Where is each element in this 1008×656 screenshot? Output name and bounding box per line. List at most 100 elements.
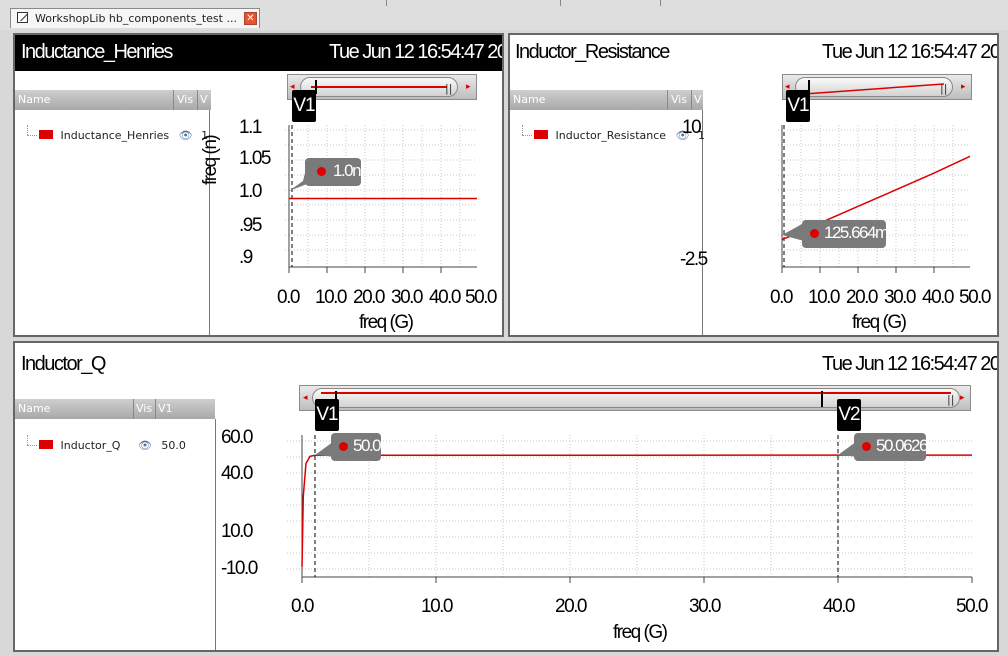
trace-name: Inductance_Henries (60, 129, 170, 142)
x-tick-label: 40.0 (922, 287, 954, 308)
grip-icon[interactable]: || (947, 393, 954, 406)
subwindow-title: Inductance_Henries (21, 41, 173, 63)
timestamp: Tue Jun 12 16:54:47 2012 (822, 41, 999, 63)
visibility-eye-icon[interactable]: 👁 (138, 439, 152, 452)
scroller-thumb[interactable]: || (795, 77, 953, 97)
x-tick-label: 30.0 (884, 287, 916, 308)
x-tick-label: 40.0 (823, 596, 855, 617)
y-tick-label: 40.0 (221, 463, 253, 484)
vertical-marker-v1[interactable]: V1 (786, 90, 810, 122)
overview-marker (821, 391, 823, 407)
tab-title: WorkshopLib hb_components_test ... (35, 12, 237, 25)
subwindow-resistance[interactable]: Inductor_Resistance Tue Jun 12 16:54:47 … (508, 33, 999, 337)
x-tick-label: 50.0 (959, 287, 991, 308)
tree-line (27, 135, 37, 136)
visibility-eye-icon[interactable]: 👁 (179, 129, 193, 142)
marker-value: 50.0626 (876, 436, 928, 455)
tree-line (27, 445, 37, 446)
y-tick-label: 1.1 (239, 117, 262, 138)
y-tick-label: 10.0 (221, 521, 253, 542)
plot-area[interactable] (778, 125, 973, 273)
timestamp: Tue Jun 12 16:54:47 2012 (329, 41, 502, 63)
overview-trace (804, 83, 944, 95)
y-tick-label: 1.0 (239, 181, 262, 202)
marker-dot-icon (810, 229, 819, 238)
legend-header: Name Vis V (15, 90, 211, 110)
x-axis-label: freq (G) (852, 312, 907, 333)
x-tick-label: 0.0 (770, 287, 793, 308)
x-tick-label: 0.0 (277, 287, 300, 308)
grip-icon[interactable]: || (940, 82, 947, 95)
x-tick-label: 20.0 (555, 596, 587, 617)
x-scroller[interactable]: ◂ || ▸ (299, 385, 971, 411)
grip-icon[interactable]: || (445, 82, 452, 95)
x-tick-marks (288, 267, 442, 273)
marker-bubble-v1[interactable]: 50.0 (331, 433, 382, 461)
marker-bubble[interactable]: 1.0n (305, 158, 362, 186)
x-tick-marks (301, 577, 973, 583)
marker-bubble[interactable]: 125.664m (802, 220, 889, 248)
tab-bar: WorkshopLib hb_components_test ... ✕ (0, 0, 1008, 30)
scroll-right-arrow-icon[interactable]: ▸ (960, 393, 965, 403)
subwindow-inductor-q[interactable]: Inductor_Q Tue Jun 12 16:54:47 2012 Name… (13, 341, 999, 652)
legend-col-vis[interactable]: Vis (177, 93, 193, 106)
legend-col-v1[interactable]: V1 (158, 402, 173, 415)
window-tab[interactable]: WorkshopLib hb_components_test ... ✕ (10, 8, 260, 28)
timestamp: Tue Jun 12 16:54:47 2012 (822, 353, 999, 375)
legend-col-v1[interactable]: V (200, 93, 208, 106)
scroller-thumb[interactable]: || (300, 77, 458, 97)
toolbar-divider (386, 0, 387, 6)
legend-col-vis[interactable]: Vis (136, 402, 152, 415)
subwindow-title-bar[interactable]: Inductance_Henries Tue Jun 12 16:54:47 2… (15, 35, 502, 71)
x-tick-label: 30.0 (689, 596, 721, 617)
x-tick-marks (781, 267, 935, 273)
toolbar-divider (560, 0, 561, 6)
x-tick-label: 20.0 (846, 287, 878, 308)
legend-col-name[interactable]: Name (513, 93, 545, 106)
x-scroller[interactable]: ◂ || ▸ (782, 74, 972, 100)
marker-bubble-v2[interactable]: 50.0626 (854, 433, 928, 461)
overview-trace (311, 86, 447, 88)
y-tick-label: -10.0 (221, 558, 258, 579)
subwindow-title-bar[interactable]: Inductor_Q Tue Jun 12 16:54:47 2012 (15, 343, 997, 379)
scroll-right-arrow-icon[interactable]: ▸ (466, 82, 471, 92)
y-tick-label: .95 (239, 215, 262, 236)
legend-splitter[interactable] (702, 110, 703, 335)
vertical-marker-v1[interactable]: V1 (292, 90, 316, 122)
legend-col-v1[interactable]: V (694, 93, 702, 106)
legend-splitter[interactable] (215, 419, 216, 650)
x-tick-label: 50.0 (956, 596, 988, 617)
x-tick-label: 20.0 (353, 287, 385, 308)
legend-row[interactable]: Inductor_Resistance 👁 1 (534, 129, 705, 142)
marker-value: 1.0n (333, 161, 362, 180)
y-tick-label: 60.0 (221, 427, 253, 448)
legend-col-name[interactable]: Name (18, 93, 50, 106)
y-tick-label: .9 (239, 247, 253, 268)
legend-row[interactable]: Inductor_Q 👁 50.0 (39, 439, 186, 452)
legend-header: Name Vis V1 (15, 399, 215, 419)
x-tick-label: 10.0 (421, 596, 453, 617)
trace-color-swatch (534, 130, 548, 139)
legend-col-vis[interactable]: Vis (671, 93, 687, 106)
x-tick-label: 10.0 (808, 287, 840, 308)
plot-area[interactable] (285, 125, 480, 273)
marker-value: 50.0 (353, 436, 382, 455)
subwindow-inductance[interactable]: Inductance_Henries Tue Jun 12 16:54:47 2… (13, 33, 504, 337)
x-tick-label: 40.0 (429, 287, 461, 308)
toolbar-divider (660, 0, 661, 6)
scroll-right-arrow-icon[interactable]: ▸ (961, 82, 966, 92)
y-tick-label: -2.5 (680, 249, 708, 270)
legend-row[interactable]: Inductance_Henries 👁 1 (39, 129, 208, 142)
trace-color-swatch (39, 440, 53, 449)
x-tick-label: 10.0 (315, 287, 347, 308)
close-tab-button[interactable]: ✕ (244, 12, 257, 25)
subwindow-title-bar[interactable]: Inductor_Resistance Tue Jun 12 16:54:47 … (510, 35, 997, 71)
y-axis-label: freq (n) (200, 135, 221, 185)
graph-window-icon (17, 12, 28, 23)
x-axis-label: freq (G) (359, 312, 414, 333)
vertical-marker-v1[interactable]: V1 (315, 399, 339, 431)
scroller-thumb[interactable]: || (312, 388, 960, 408)
scroll-left-arrow-icon[interactable]: ◂ (303, 393, 308, 403)
legend-col-name[interactable]: Name (18, 402, 50, 415)
vertical-marker-v2[interactable]: V2 (837, 399, 861, 431)
